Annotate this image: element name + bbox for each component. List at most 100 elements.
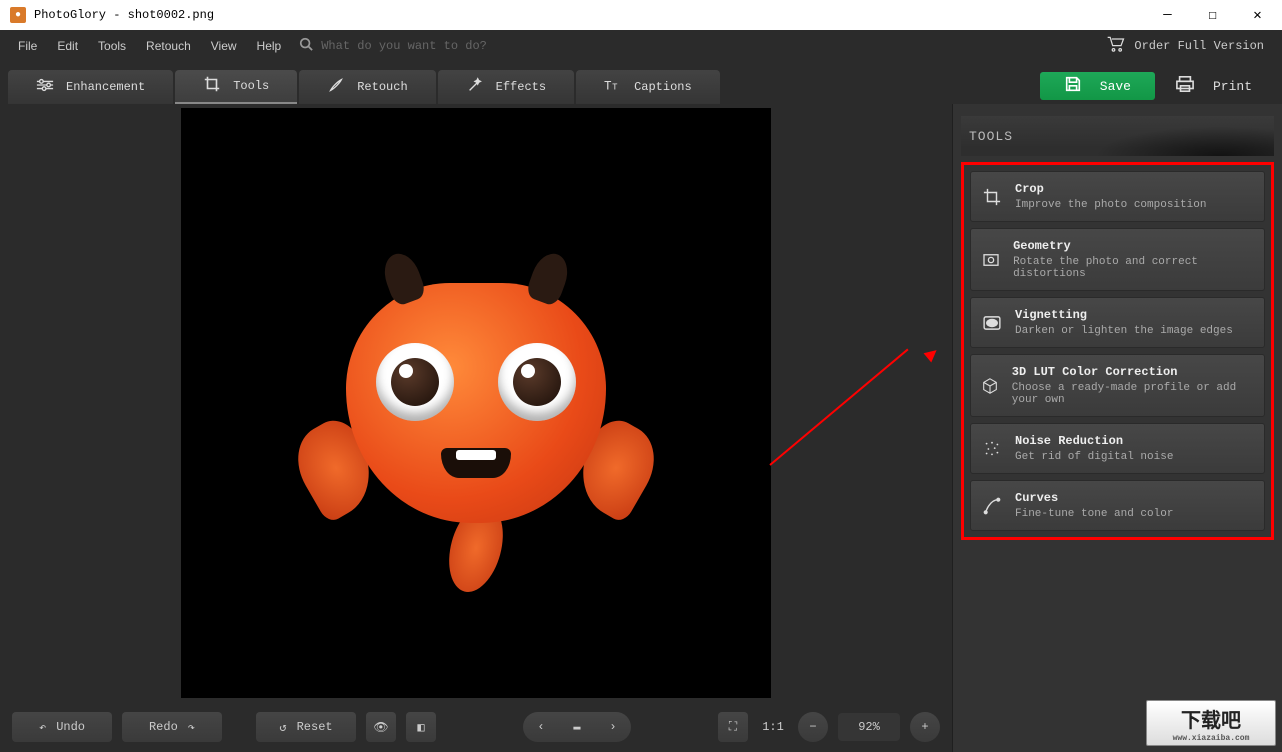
canvas-area[interactable] [0, 104, 952, 702]
tool-crop[interactable]: Crop Improve the photo composition [970, 171, 1265, 222]
order-full-version-link[interactable]: Order Full Version [1134, 39, 1264, 53]
minimize-button[interactable]: — [1145, 0, 1190, 30]
tool-vignetting[interactable]: Vignetting Darken or lighten the image ed… [970, 297, 1265, 348]
menu-file[interactable]: File [8, 33, 47, 59]
eye-icon: 👁 [373, 720, 388, 735]
tool-title: 3D LUT Color Correction [1012, 365, 1254, 379]
prev-image-button[interactable]: ‹ [523, 712, 559, 742]
watermark-url: www.xiazaiba.com [1173, 734, 1250, 743]
tab-captions[interactable]: TT Captions [576, 70, 720, 104]
watermark: 下载吧 www.xiazaiba.com [1146, 700, 1276, 746]
cube-icon [981, 377, 1000, 395]
reset-button[interactable]: ↺ Reset [256, 712, 356, 742]
menu-tools[interactable]: Tools [88, 33, 136, 59]
undo-button[interactable]: ↶ Undo [12, 712, 112, 742]
search-icon [299, 37, 313, 55]
tool-desc: Darken or lighten the image edges [1015, 325, 1233, 337]
cart-icon[interactable] [1106, 35, 1126, 57]
bottom-toolbar: ↶ Undo Redo ↷ ↺ Reset 👁 ◧ ‹ ▬ › [0, 702, 952, 752]
tab-label: Tools [233, 79, 269, 93]
chevron-left-icon: ‹ [537, 720, 544, 734]
tool-list-highlight: Crop Improve the photo composition Geomet… [961, 162, 1274, 540]
split-icon: ◧ [417, 720, 424, 735]
sliders-icon [36, 78, 54, 96]
tools-panel: TOOLS Crop Improve the photo composition … [952, 104, 1282, 752]
crop-icon [203, 75, 221, 97]
save-label: Save [1100, 79, 1131, 94]
tool-geometry[interactable]: Geometry Rotate the photo and correct dis… [970, 228, 1265, 291]
redo-label: Redo [149, 720, 178, 734]
crop-icon [981, 188, 1003, 206]
tool-desc: Fine-tune tone and color [1015, 508, 1173, 520]
nav-pill: ‹ ▬ › [523, 712, 631, 742]
tool-title: Curves [1015, 491, 1173, 505]
open-folder-button[interactable]: ▬ [559, 712, 595, 742]
svg-text:T: T [604, 80, 612, 93]
noise-icon [981, 440, 1003, 458]
fit-screen-button[interactable]: ⛶ [718, 712, 748, 742]
reset-label: Reset [297, 720, 333, 734]
tab-effects[interactable]: Effects [438, 70, 574, 104]
tab-label: Effects [496, 80, 546, 94]
next-image-button[interactable]: › [595, 712, 631, 742]
wand-icon [466, 76, 484, 98]
panel-header: TOOLS [961, 116, 1274, 156]
folder-icon: ▬ [573, 720, 580, 734]
tool-desc: Improve the photo composition [1015, 199, 1206, 211]
svg-text:T: T [612, 83, 618, 93]
geometry-icon [981, 253, 1001, 267]
print-label: Print [1213, 79, 1252, 94]
tool-title: Geometry [1013, 239, 1254, 253]
menu-retouch[interactable]: Retouch [136, 33, 201, 59]
window-title: PhotoGlory - shot0002.png [34, 8, 214, 22]
tool-noise-reduction[interactable]: Noise Reduction Get rid of digital noise [970, 423, 1265, 474]
save-icon [1064, 75, 1082, 97]
tab-tools[interactable]: Tools [175, 70, 297, 104]
undo-label: Undo [56, 720, 85, 734]
fit-icon: ⛶ [729, 720, 737, 734]
tool-title: Crop [1015, 182, 1206, 196]
preview-toggle-button[interactable]: 👁 [366, 712, 396, 742]
menu-edit[interactable]: Edit [47, 33, 88, 59]
window-titlebar: ● PhotoGlory - shot0002.png — ☐ ✕ [0, 0, 1282, 30]
plus-icon: + [921, 720, 928, 734]
maximize-button[interactable]: ☐ [1190, 0, 1235, 30]
tab-enhancement[interactable]: Enhancement [8, 70, 173, 104]
compare-button[interactable]: ◧ [406, 712, 436, 742]
brush-icon [327, 76, 345, 98]
tool-title: Noise Reduction [1015, 434, 1173, 448]
reset-icon: ↺ [279, 720, 286, 735]
zoom-out-button[interactable]: − [798, 712, 828, 742]
undo-icon: ↶ [39, 720, 46, 735]
zoom-in-button[interactable]: + [910, 712, 940, 742]
actual-size-button[interactable]: 1:1 [758, 712, 788, 742]
watermark-text: 下载吧 [1181, 704, 1241, 734]
search-input[interactable]: What do you want to do? [321, 39, 487, 53]
minus-icon: − [809, 720, 816, 734]
tool-desc: Rotate the photo and correct distortions [1013, 256, 1254, 280]
tool-curves[interactable]: Curves Fine-tune tone and color [970, 480, 1265, 531]
print-button[interactable]: Print [1163, 72, 1274, 100]
tab-label: Captions [634, 80, 692, 94]
redo-button[interactable]: Redo ↷ [122, 712, 222, 742]
image-canvas [181, 108, 771, 698]
text-icon: TT [604, 78, 622, 96]
save-button[interactable]: Save [1040, 72, 1155, 100]
ratio-label: 1:1 [762, 720, 784, 734]
tool-desc: Get rid of digital noise [1015, 451, 1173, 463]
vignette-icon [981, 316, 1003, 330]
menu-bar: File Edit Tools Retouch View Help What d… [0, 30, 1282, 62]
tool-title: Vignetting [1015, 308, 1233, 322]
tab-label: Enhancement [66, 80, 145, 94]
app-logo-icon: ● [10, 7, 26, 23]
menu-view[interactable]: View [201, 33, 247, 59]
chevron-right-icon: › [609, 720, 616, 734]
tool-3d-lut[interactable]: 3D LUT Color Correction Choose a ready-ma… [970, 354, 1265, 417]
close-window-button[interactable]: ✕ [1235, 0, 1280, 30]
tool-desc: Choose a ready-made profile or add your … [1012, 382, 1254, 406]
tab-retouch[interactable]: Retouch [299, 70, 435, 104]
redo-icon: ↷ [188, 720, 195, 735]
menu-help[interactable]: Help [247, 33, 292, 59]
image-content [346, 283, 606, 523]
zoom-value[interactable]: 92% [838, 713, 900, 741]
